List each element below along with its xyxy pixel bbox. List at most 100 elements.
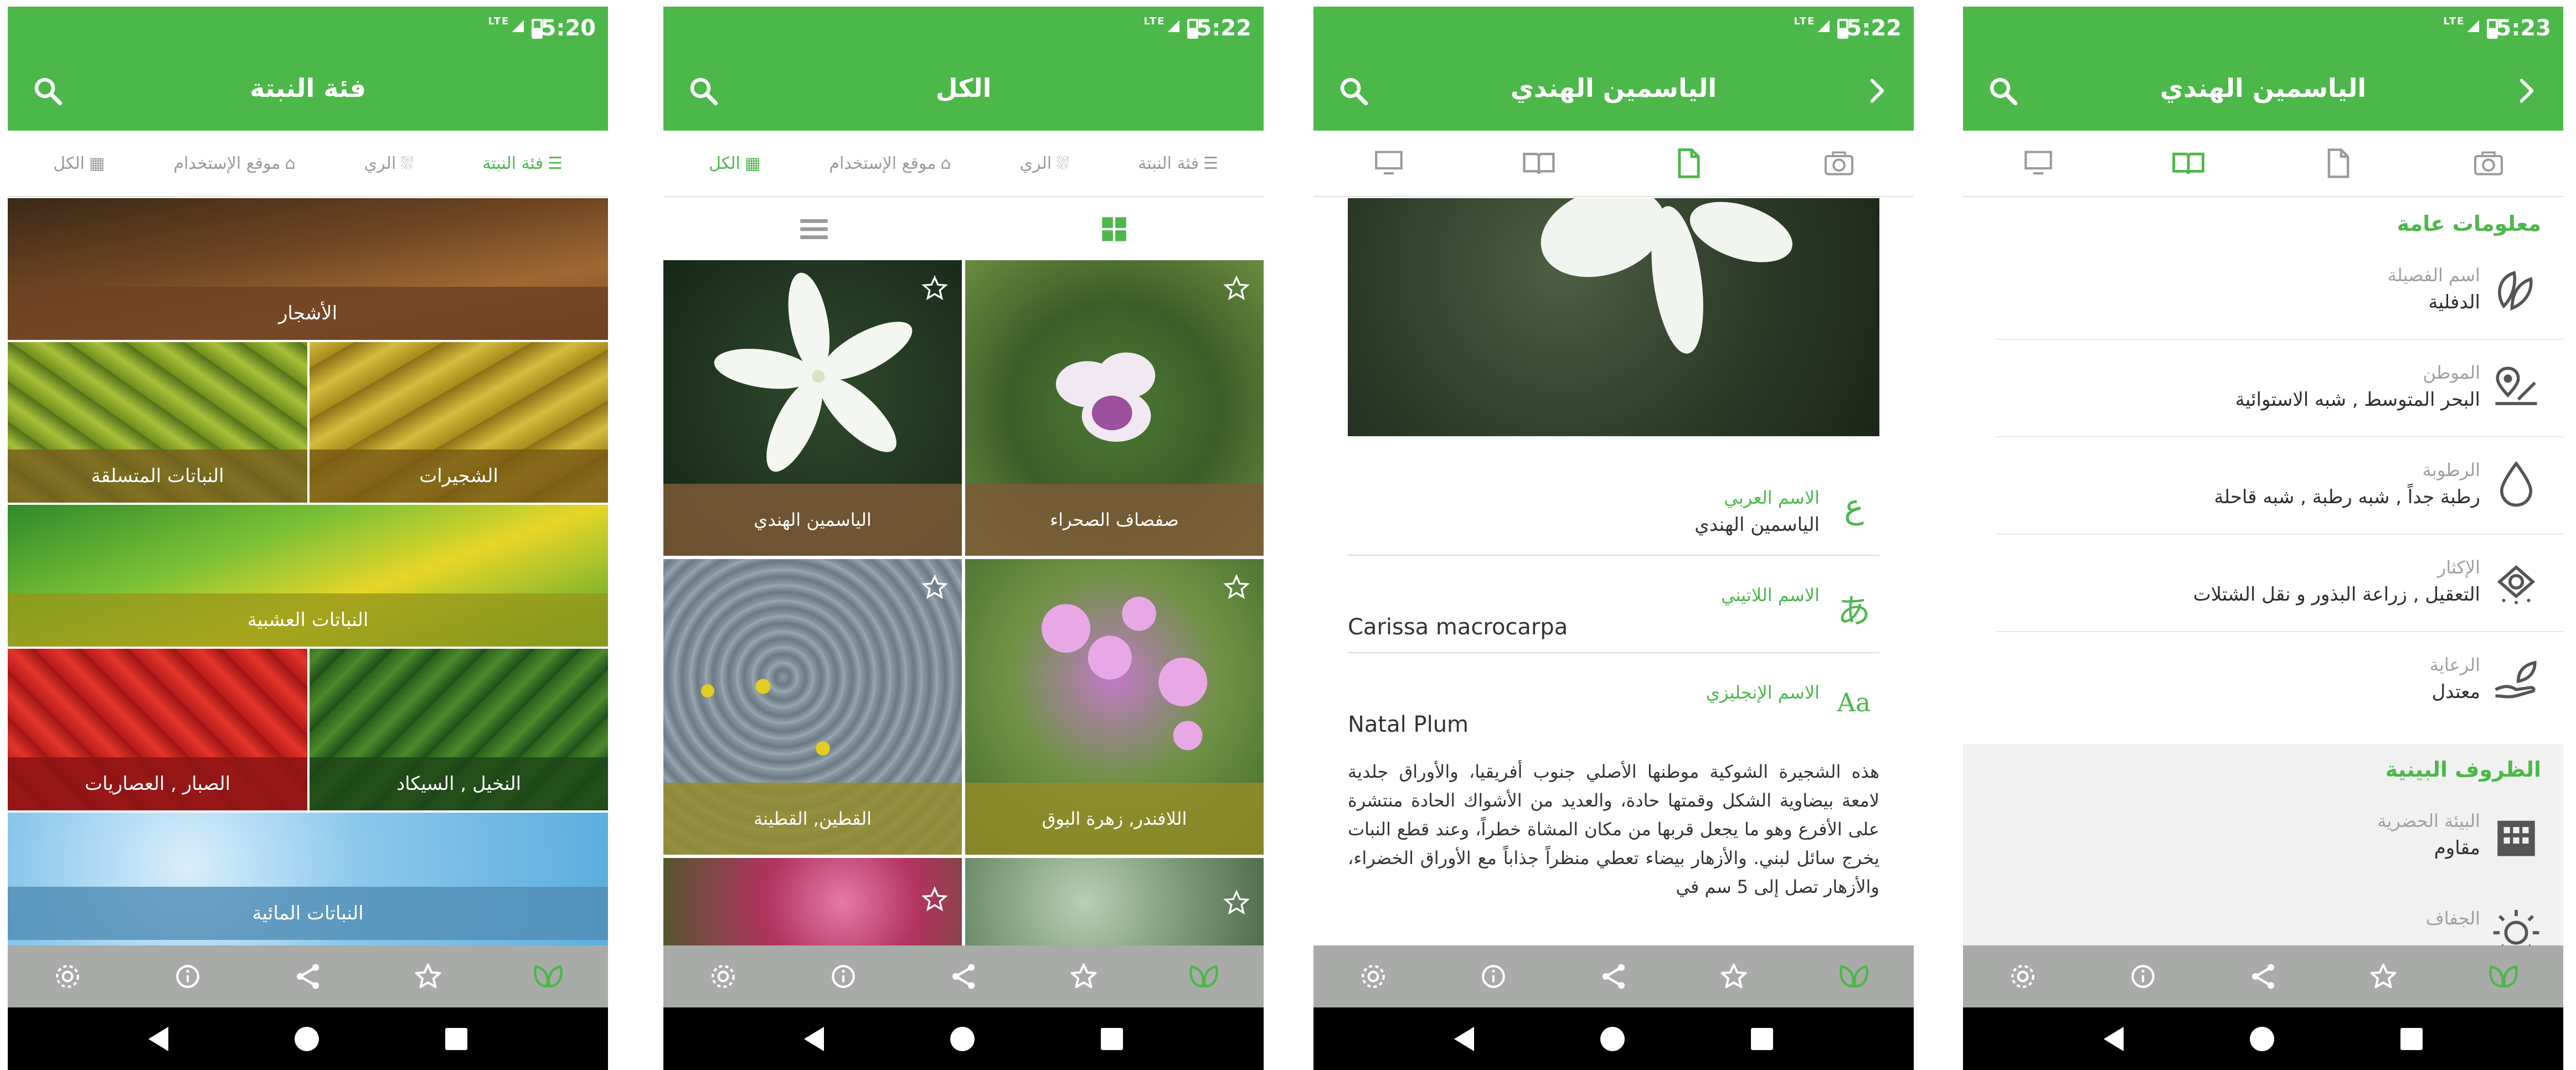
sun-icon (2493, 909, 2539, 945)
screen-icon (2024, 151, 2052, 175)
plant-tile-pink[interactable] (663, 858, 962, 945)
filter-category[interactable]: ☰ فئة النبتة (1138, 154, 1218, 173)
info-icon[interactable] (170, 959, 205, 994)
back-icon[interactable] (804, 1026, 824, 1051)
back-icon[interactable] (2104, 1026, 2124, 1051)
star-icon[interactable] (921, 573, 949, 601)
tab-photos[interactable] (1814, 144, 1864, 183)
status-bar: LTE ◢ 5:20 (8, 7, 608, 51)
share-icon[interactable] (290, 959, 326, 994)
list-icon: ☰ (1203, 153, 1218, 173)
category-herbs[interactable]: النباتات العشبية (8, 505, 608, 647)
page-title: الياسمين الهندي (1510, 73, 1717, 103)
category-list: الأشجار الشجيرات النباتات المتسلقة النبا… (8, 198, 608, 945)
filter-location[interactable]: ⌂ موقع الإستخدام (829, 154, 951, 173)
share-icon[interactable] (946, 959, 981, 994)
tab-info[interactable] (2163, 144, 2213, 183)
grid-view-icon[interactable] (1100, 215, 1129, 244)
tab-description[interactable] (2314, 144, 2363, 183)
list-view-icon[interactable] (799, 216, 829, 242)
recent-apps-icon[interactable] (2400, 1027, 2423, 1050)
back-icon[interactable] (1454, 1026, 1474, 1051)
tab-video[interactable] (2013, 144, 2063, 183)
leaves-icon (2498, 271, 2533, 311)
star-icon[interactable] (1223, 889, 1250, 917)
plant-tile-cotton[interactable]: القطين, القطينة (663, 559, 962, 855)
settings-icon[interactable] (2005, 959, 2041, 994)
plants-leaf-icon[interactable] (1186, 959, 1222, 994)
share-icon[interactable] (1596, 959, 1631, 994)
settings-icon[interactable] (1356, 959, 1391, 994)
favorites-icon[interactable] (1066, 959, 1101, 994)
plant-tile-lavender[interactable]: اللافندر, زهرة البوق (965, 559, 1264, 855)
star-icon[interactable] (921, 886, 949, 913)
bottom-bar (8, 945, 608, 1007)
favorites-icon[interactable] (1716, 959, 1751, 994)
plants-leaf-icon[interactable] (530, 959, 566, 994)
page-title: فئة النبتة (249, 73, 367, 103)
flower-image (1042, 597, 1208, 751)
tab-video[interactable] (1364, 144, 1414, 183)
recent-apps-icon[interactable] (1101, 1027, 1123, 1050)
chevron-right-icon[interactable] (2511, 73, 2542, 108)
name-label: الاسم الإنجليزي (1706, 682, 1820, 703)
filter-label: فئة النبتة (1138, 153, 1199, 173)
recent-apps-icon[interactable] (445, 1027, 467, 1050)
flower-image (1055, 352, 1156, 442)
name-value: Natal Plum (1348, 712, 1469, 737)
status-bar: LTE ◢ 5:22 (663, 7, 1264, 51)
settings-icon[interactable] (705, 959, 741, 994)
info-icon[interactable] (1476, 959, 1511, 994)
bottom-bar (1313, 945, 1914, 1007)
home-button-icon[interactable] (2250, 1026, 2274, 1051)
info-label: الرطوبة (2422, 459, 2480, 480)
info-icon[interactable] (826, 959, 861, 994)
share-icon[interactable] (2245, 959, 2281, 994)
grid-icon: ▦ (89, 153, 105, 173)
filter-label: موقع الإستخدام (829, 153, 936, 173)
tab-photos[interactable] (2464, 144, 2513, 183)
category-climbers[interactable]: النباتات المتسلقة (8, 342, 307, 503)
back-icon[interactable] (148, 1026, 168, 1051)
chevron-right-icon[interactable] (1862, 73, 1893, 108)
home-button-icon[interactable] (295, 1026, 319, 1051)
tab-info[interactable] (1514, 144, 1564, 183)
tab-description[interactable] (1664, 144, 1714, 183)
category-shrubs[interactable]: الشجيرات (310, 342, 608, 503)
filter-all[interactable]: ▦ الكل (709, 154, 760, 173)
settings-icon[interactable] (50, 959, 85, 994)
app-bar: الكل (663, 51, 1264, 131)
plant-tile-green[interactable] (965, 858, 1264, 945)
home-button-icon[interactable] (950, 1026, 975, 1051)
system-nav-bar (1313, 1007, 1914, 1070)
filter-category[interactable]: ☰ فئة النبتة (482, 154, 563, 173)
filter-label: الري (1019, 153, 1052, 173)
filter-watering[interactable]: ⛆ الري (1020, 154, 1070, 173)
info-icon[interactable] (2125, 959, 2161, 994)
category-aquatic[interactable]: النباتات المائية (8, 813, 608, 945)
flower-image (714, 272, 913, 472)
environment-section: الظروف البينية البيئة الحضرية مقاوم الجف… (1963, 744, 2563, 945)
star-icon[interactable] (1223, 573, 1250, 601)
star-icon[interactable] (1223, 275, 1250, 302)
plant-tile-desert-willow[interactable]: صفصاف الصحراء (965, 260, 1264, 556)
signal-icon: LTE ◢ (1794, 15, 1831, 34)
favorites-icon[interactable] (2366, 959, 2401, 994)
star-icon[interactable] (921, 275, 949, 302)
recent-apps-icon[interactable] (1751, 1027, 1773, 1050)
home-button-icon[interactable] (1600, 1026, 1625, 1051)
signal-icon: LTE ◢ (2443, 15, 2480, 34)
category-palms[interactable]: النخيل , السيكاد (310, 649, 608, 810)
filter-all[interactable]: ▦ الكل (53, 154, 105, 173)
category-cactus[interactable]: الصبار , العصاريات (8, 649, 307, 810)
plant-tile-indian-jasmine[interactable]: الياسمين الهندي (663, 260, 962, 556)
name-label: الاسم العربي (1724, 487, 1820, 508)
plant-photo (1348, 198, 1879, 436)
filter-watering[interactable]: ⛆ الري (364, 154, 414, 173)
info-value: الدفلية (2428, 291, 2480, 313)
plants-leaf-icon[interactable] (2486, 959, 2521, 994)
plants-leaf-icon[interactable] (1836, 959, 1872, 994)
category-trees[interactable]: الأشجار (8, 198, 608, 340)
filter-location[interactable]: ⌂ موقع الإستخدام (173, 154, 295, 173)
favorites-icon[interactable] (410, 959, 446, 994)
